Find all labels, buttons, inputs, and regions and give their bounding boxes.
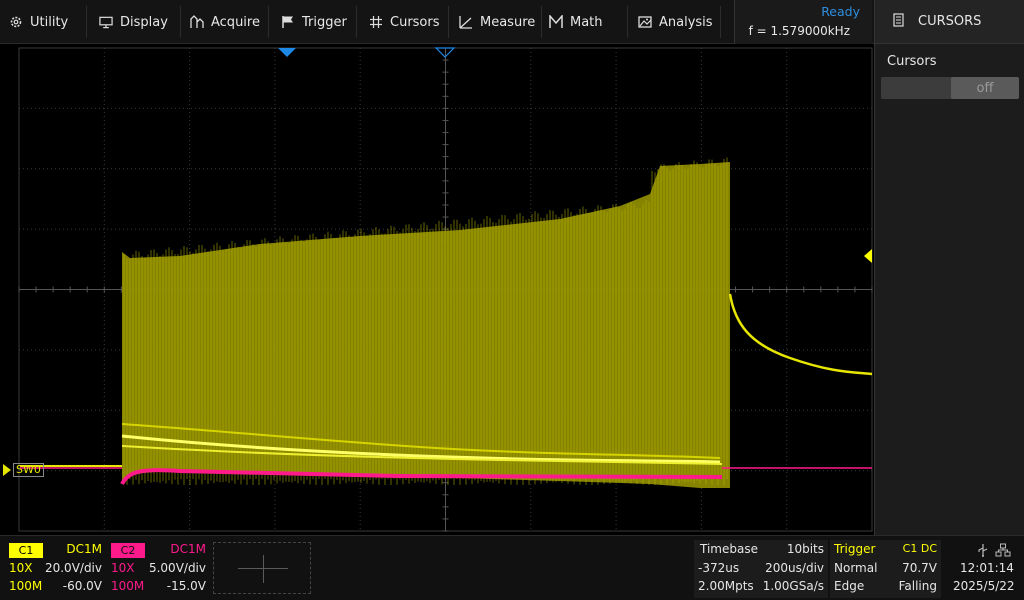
c2-probe: 10X xyxy=(111,561,135,575)
acquire-icon xyxy=(190,15,204,29)
menu-display[interactable]: Display xyxy=(99,0,168,44)
run-state: Ready xyxy=(821,4,860,19)
menu-math[interactable]: Math xyxy=(549,0,603,44)
menu-acquire-label: Acquire xyxy=(211,14,260,30)
ch1-waveform-envelope xyxy=(122,162,730,488)
channel1-info[interactable]: C1 DC1M 10X 20.0V/div 100M -60.0V xyxy=(4,540,106,596)
adc-bits: 10bits xyxy=(786,542,824,556)
trigger-position-marker xyxy=(278,48,296,57)
menu-analysis-label: Analysis xyxy=(659,14,713,30)
c2-scale: 5.00V/div xyxy=(148,561,206,575)
cursors-section-label: Cursors xyxy=(887,54,937,69)
channel-marker-label: SW0 xyxy=(13,463,44,477)
timebase-label: Timebase xyxy=(700,542,758,556)
trigger-level: 70.7V xyxy=(902,561,937,575)
divider xyxy=(356,6,357,38)
clock-area: 12:01:14 2025/5/22 xyxy=(944,540,1022,598)
usb-icon xyxy=(977,542,989,561)
c1-scale: 20.0V/div xyxy=(44,561,102,575)
acquisition-status: Ready f = 1.579000kHz xyxy=(734,0,872,44)
clock-date: 2025/5/22 xyxy=(953,579,1015,593)
c2-tag: C2 xyxy=(111,543,145,558)
c1-offset: -60.0V xyxy=(62,579,102,593)
document-icon xyxy=(893,12,904,31)
menu-measure-label: Measure xyxy=(480,14,536,30)
toggle-state: off xyxy=(951,77,1019,99)
math-icon xyxy=(549,15,563,29)
add-channel-button[interactable] xyxy=(213,542,311,594)
sample-rate: 1.00GSa/s xyxy=(762,579,824,593)
menu-utility[interactable]: Utility xyxy=(9,0,68,44)
divider xyxy=(541,6,542,38)
menu-measure[interactable]: Measure xyxy=(459,0,535,44)
menu-cursors[interactable]: Cursors xyxy=(369,0,440,44)
trigger-info[interactable]: Trigger C1 DC Normal 70.7V Edge Falling xyxy=(830,540,941,598)
c1-tag: C1 xyxy=(9,543,43,558)
c2-bandwidth: 100M xyxy=(111,579,145,593)
timebase-scale: 200us/div xyxy=(765,561,824,575)
divider xyxy=(448,6,449,38)
frequency-readout: f = 1.579000kHz xyxy=(748,24,850,38)
menu-cursors-label: Cursors xyxy=(390,14,440,30)
divider xyxy=(180,6,181,38)
clock-time: 12:01:14 xyxy=(960,561,1014,575)
c2-coupling: DC1M xyxy=(170,542,206,556)
menu-utility-label: Utility xyxy=(30,14,69,30)
image-analysis-icon xyxy=(638,15,652,29)
divider xyxy=(268,6,269,38)
status-bar: C1 DC1M 10X 20.0V/div 100M -60.0V C2 DC1… xyxy=(0,535,1024,600)
monitor-icon xyxy=(99,15,113,29)
graticule xyxy=(18,47,873,532)
menu-math-label: Math xyxy=(570,14,603,30)
gear-icon xyxy=(9,15,23,29)
panel-title: CURSORS xyxy=(918,14,982,29)
menu-acquire[interactable]: Acquire xyxy=(190,0,260,44)
network-icon xyxy=(995,542,1011,561)
menu-trigger[interactable]: Trigger xyxy=(281,0,347,44)
menu-display-label: Display xyxy=(120,14,168,30)
menu-analysis[interactable]: Analysis xyxy=(638,0,713,44)
trigger-mode: Normal xyxy=(834,561,878,575)
c1-probe: 10X xyxy=(9,561,33,575)
divider xyxy=(86,6,87,38)
ruler-icon xyxy=(459,15,473,29)
c1-coupling: DC1M xyxy=(66,542,102,556)
flag-icon xyxy=(281,15,295,29)
trigger-label: Trigger xyxy=(834,542,876,556)
c1-bandwidth: 100M xyxy=(9,579,43,593)
crosshair-icon xyxy=(369,15,383,29)
panel-header: CURSORS xyxy=(875,0,1024,44)
trigger-slope: Falling xyxy=(898,579,937,593)
c2-offset: -15.0V xyxy=(166,579,206,593)
trigger-type: Edge xyxy=(834,579,865,593)
channel2-info[interactable]: C2 DC1M 10X 5.00V/div 100M -15.0V xyxy=(106,540,210,596)
trigger-level-marker xyxy=(864,249,872,263)
waveform-display[interactable]: SW0 xyxy=(0,44,874,535)
menu-bar: Utility Display Acquire Trigger Cursors … xyxy=(0,0,874,44)
timebase-info[interactable]: Timebase 10bits -372us 200us/div 2.00Mpt… xyxy=(694,540,828,598)
cursors-panel: CURSORS Cursors off xyxy=(874,0,1024,535)
divider xyxy=(720,6,721,38)
channel-marker-arrow xyxy=(3,464,11,476)
trigger-source: C1 DC xyxy=(902,542,937,555)
timebase-delay: -372us xyxy=(698,561,740,575)
memory-depth: 2.00Mpts xyxy=(698,579,754,593)
menu-trigger-label: Trigger xyxy=(302,14,347,30)
cursors-toggle[interactable]: off xyxy=(881,77,1019,99)
plus-icon-vertical xyxy=(263,555,264,583)
divider xyxy=(627,6,628,38)
channel-marker[interactable]: SW0 xyxy=(3,462,44,478)
ch1-trace-decay xyxy=(728,293,873,376)
